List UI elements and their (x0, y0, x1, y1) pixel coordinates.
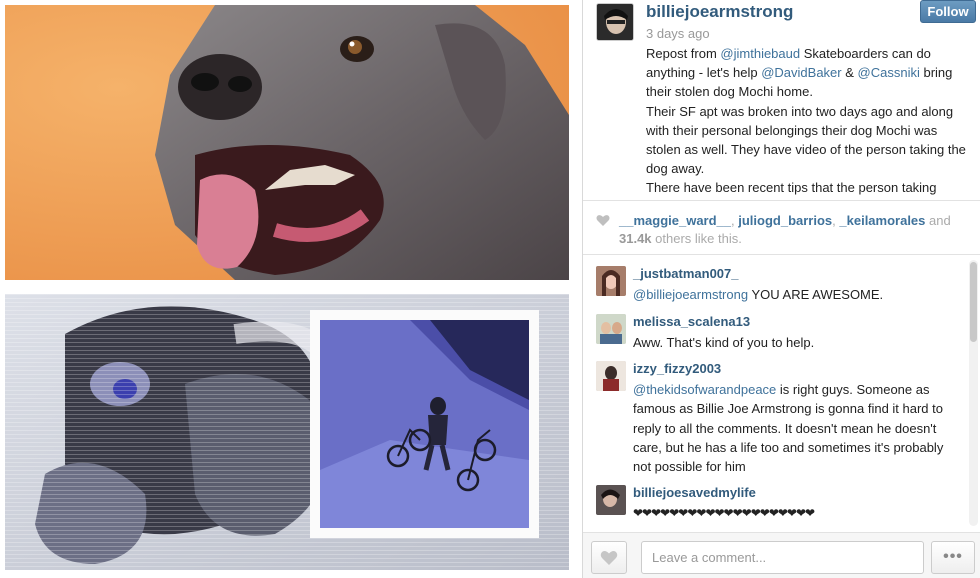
author-avatar[interactable] (596, 3, 634, 41)
caption-text: & (841, 65, 858, 81)
post-header: billiejoearmstrong 3 days ago Follow Rep… (583, 0, 980, 200)
comment-text: @billiejoearmstrong YOU ARE AWESOME. (633, 285, 963, 304)
dog-photo-illustration (5, 5, 569, 280)
comments-scrollbar[interactable] (969, 260, 978, 526)
comment-body: ❤❤❤❤❤❤❤❤❤❤❤❤❤❤❤❤❤❤❤❤ (633, 506, 815, 520)
post-caption: Repost from @jimthiebaud Skateboarders c… (646, 44, 966, 196)
liker-link[interactable]: _keilamorales (839, 213, 925, 228)
commenter-avatar[interactable] (596, 361, 626, 391)
surveillance-photo[interactable] (320, 320, 529, 528)
comment-footer: ••• (583, 532, 980, 578)
commenter-avatar[interactable] (596, 314, 626, 344)
surveillance-photo-frame (310, 310, 539, 538)
comments-list[interactable]: _justbatman007_ @billiejoearmstrong YOU … (583, 256, 980, 530)
commenter-avatar-image (596, 485, 626, 515)
surveillance-illustration (320, 320, 529, 528)
commenter-avatar-image (596, 314, 626, 344)
more-options-button[interactable]: ••• (931, 541, 975, 574)
likes-summary: __maggie_ward__, juliogd_barrios, _keila… (619, 212, 969, 248)
likes-others-text: others like this. (651, 231, 742, 246)
mention-link[interactable]: @thekidsofwarandpeace (633, 382, 776, 397)
caption-text: Repost from (646, 46, 721, 61)
heart-icon (600, 550, 618, 565)
comment-username[interactable]: billiejoesavedmylife (633, 485, 756, 500)
heart-icon (596, 215, 610, 226)
comment-body: Aww. That's kind of you to help. (633, 335, 815, 350)
likes-and: and (925, 213, 951, 228)
author-username[interactable]: billiejoearmstrong (646, 2, 793, 22)
comment-text: @thekidsofwarandpeace is right guys. Som… (633, 380, 963, 476)
caption-paragraph-2: Their SF apt was broken into two days ag… (646, 103, 966, 177)
comment-input[interactable] (641, 541, 924, 574)
liker-link[interactable]: juliogd_barrios (738, 213, 832, 228)
dog-photo[interactable] (5, 5, 569, 280)
commenter-avatar[interactable] (596, 266, 626, 296)
comments-scrollbar-thumb[interactable] (970, 262, 977, 342)
mention-link[interactable]: @DavidBaker (761, 65, 841, 80)
caption-paragraph-1: Repost from @jimthiebaud Skateboarders c… (646, 44, 966, 102)
mention-link[interactable]: @jimthiebaud (720, 46, 800, 61)
likes-count[interactable]: 31.4k (619, 231, 652, 246)
commenter-avatar-image (596, 361, 626, 391)
comment-username[interactable]: izzy_fizzy2003 (633, 361, 721, 376)
author-avatar-image (597, 4, 633, 40)
commenter-avatar-image (596, 266, 626, 296)
post-timestamp: 3 days ago (646, 26, 710, 41)
comment-body: YOU ARE AWESOME. (748, 287, 884, 302)
mention-link[interactable]: @billiejoearmstrong (633, 287, 748, 302)
commenter-avatar[interactable] (596, 485, 626, 515)
liker-link[interactable]: __maggie_ward__ (619, 213, 731, 228)
caption-paragraph-3: There have been recent tips that the per… (646, 180, 937, 196)
post-media (0, 0, 582, 578)
mention-link[interactable]: @Cassniki (858, 65, 920, 80)
likes-section: __maggie_ward__, juliogd_barrios, _keila… (583, 200, 980, 255)
follow-button[interactable]: Follow (920, 0, 976, 23)
comment-username[interactable]: melissa_scalena13 (633, 314, 750, 329)
like-button[interactable] (591, 541, 627, 574)
comment-username[interactable]: _justbatman007_ (633, 266, 739, 281)
post-sidebar: billiejoearmstrong 3 days ago Follow Rep… (582, 0, 980, 578)
